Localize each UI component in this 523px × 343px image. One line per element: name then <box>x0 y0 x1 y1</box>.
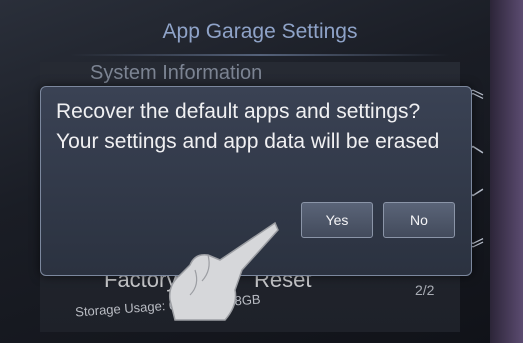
yes-button[interactable]: Yes <box>301 202 373 238</box>
screen-bezel-reflection <box>490 0 523 343</box>
hand-pointer-icon <box>168 221 279 321</box>
head-unit-screen: App Garage Settings System Information F… <box>0 0 523 343</box>
list-item-system-information[interactable]: System Information <box>90 62 262 85</box>
no-button[interactable]: No <box>383 202 455 238</box>
page-title: App Garage Settings <box>40 10 480 56</box>
page-indicator: 2/2 <box>415 282 435 298</box>
dialog-message: Recover the default apps and settings? Y… <box>56 100 440 153</box>
